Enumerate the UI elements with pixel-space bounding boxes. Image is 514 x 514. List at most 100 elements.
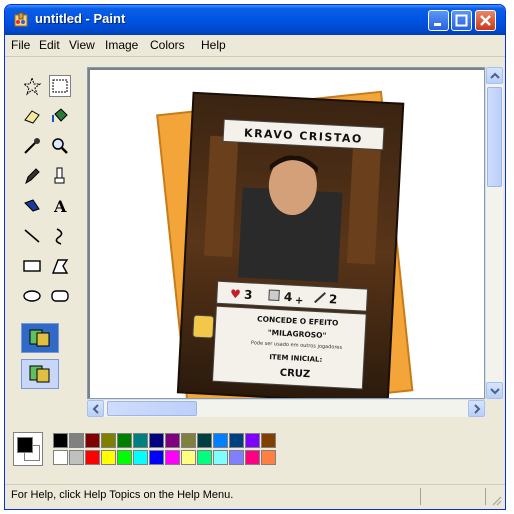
palette-swatch[interactable] [133, 433, 148, 448]
brush-icon [54, 167, 65, 184]
maximize-icon [455, 14, 468, 27]
palette-swatch[interactable] [149, 450, 164, 465]
palette-swatch[interactable] [165, 433, 180, 448]
stat-dice-plus: + [295, 295, 304, 306]
palette-swatch[interactable] [213, 450, 228, 465]
brush-tool[interactable] [49, 165, 71, 187]
title-bar[interactable]: untitled - Paint [5, 5, 505, 35]
chevron-up-icon [490, 72, 500, 79]
polygon-tool[interactable] [49, 255, 71, 277]
horizontal-scroll-thumb[interactable] [107, 401, 197, 416]
palette-swatch[interactable] [117, 450, 132, 465]
scroll-right-button[interactable] [468, 400, 485, 417]
foreground-color-swatch[interactable] [17, 437, 33, 453]
status-text: For Help, click Help Topics on the Help … [11, 489, 234, 501]
menu-edit[interactable]: Edit [39, 38, 60, 52]
palette-swatch[interactable] [117, 433, 132, 448]
rounded-rectangle-tool[interactable] [49, 285, 71, 307]
vertical-scrollbar[interactable] [485, 67, 503, 399]
palette-swatch[interactable] [229, 433, 244, 448]
rectangle-icon [23, 260, 41, 272]
palette-swatch[interactable] [165, 450, 180, 465]
stat-hearts: 3 [244, 288, 253, 302]
svg-text:♥: ♥ [230, 287, 241, 302]
line-icon [24, 229, 40, 243]
palette-swatch[interactable] [85, 450, 100, 465]
rectangle-tool[interactable] [21, 255, 43, 277]
text-tool[interactable]: A [49, 195, 71, 217]
horizontal-scrollbar[interactable] [87, 399, 485, 417]
palette-swatch[interactable] [197, 433, 212, 448]
menu-view[interactable]: View [69, 38, 95, 52]
fill-option-filled[interactable] [21, 359, 59, 389]
airbrush-tool[interactable] [21, 195, 43, 217]
resize-grip-icon[interactable] [491, 495, 503, 507]
scroll-up-button[interactable] [486, 67, 503, 84]
close-button[interactable] [475, 10, 496, 31]
shape-fill-option-icon [29, 365, 50, 383]
scroll-down-button[interactable] [486, 382, 503, 399]
fill-bucket-icon [52, 108, 68, 122]
pencil-icon [25, 168, 40, 185]
status-bar: For Help, click Help Topics on the Help … [5, 484, 505, 509]
canvas-scroll-area: KRAVO CRISTAO ♥ 3 4 + 2 CONCEDE O EFEITO… [87, 67, 485, 399]
palette-swatch[interactable] [213, 433, 228, 448]
menu-colors[interactable]: Colors [150, 38, 185, 52]
palette-swatch[interactable] [261, 433, 276, 448]
fill-tool[interactable] [49, 105, 71, 127]
eraser-tool[interactable] [21, 105, 43, 127]
menu-image[interactable]: Image [105, 38, 138, 52]
menu-bar: File Edit View Image Colors Help [5, 36, 505, 57]
palette-swatch[interactable] [245, 450, 260, 465]
palette-swatch[interactable] [229, 450, 244, 465]
chevron-left-icon [92, 404, 99, 414]
drawing-canvas[interactable]: KRAVO CRISTAO ♥ 3 4 + 2 CONCEDE O EFEITO… [90, 70, 484, 398]
color-palette [5, 423, 505, 475]
scroll-left-button[interactable] [87, 400, 104, 417]
status-divider [485, 488, 486, 505]
palette-swatch[interactable] [69, 433, 84, 448]
free-form-select-tool[interactable] [21, 75, 43, 97]
palette-swatch[interactable] [245, 433, 260, 448]
minimize-button[interactable] [428, 10, 449, 31]
current-colors[interactable] [13, 432, 43, 466]
shape-fill-option-icon [29, 329, 50, 347]
palette-swatch[interactable] [85, 433, 100, 448]
status-divider [420, 488, 421, 505]
palette-swatch[interactable] [101, 433, 116, 448]
pencil-tool[interactable] [21, 165, 43, 187]
toolbox: A [7, 57, 83, 417]
menu-help[interactable]: Help [201, 38, 226, 52]
svg-text:A: A [53, 197, 67, 216]
palette-swatch[interactable] [181, 433, 196, 448]
palette-swatch[interactable] [53, 450, 68, 465]
paint-app-icon [14, 12, 28, 27]
polygon-icon [51, 259, 69, 274]
star-select-icon [22, 76, 42, 96]
curve-tool[interactable] [49, 225, 71, 247]
stat-dice: 4 [284, 290, 293, 304]
paint-window: untitled - Paint File Edit View Image Co… [4, 4, 506, 510]
text-a-icon: A [53, 197, 67, 216]
palette-swatch[interactable] [149, 433, 164, 448]
vertical-scroll-thumb[interactable] [487, 87, 502, 187]
line-tool[interactable] [21, 225, 43, 247]
select-tool[interactable] [49, 75, 71, 97]
palette-swatch[interactable] [101, 450, 116, 465]
maximize-button[interactable] [451, 10, 472, 31]
palette-swatch[interactable] [133, 450, 148, 465]
palette-swatch[interactable] [53, 433, 68, 448]
palette-swatch[interactable] [197, 450, 212, 465]
rect-select-icon [52, 79, 68, 93]
palette-swatch[interactable] [69, 450, 84, 465]
fill-option-outline[interactable] [21, 323, 59, 353]
rounded-rectangle-icon [51, 290, 69, 302]
palette-swatch[interactable] [261, 450, 276, 465]
curve-icon [55, 228, 63, 245]
palette-swatch[interactable] [181, 450, 196, 465]
menu-file[interactable]: File [11, 38, 30, 52]
ellipse-tool[interactable] [21, 285, 43, 307]
eyedropper-icon [24, 138, 40, 154]
magnifier-tool[interactable] [49, 135, 71, 157]
pick-color-tool[interactable] [21, 135, 43, 157]
